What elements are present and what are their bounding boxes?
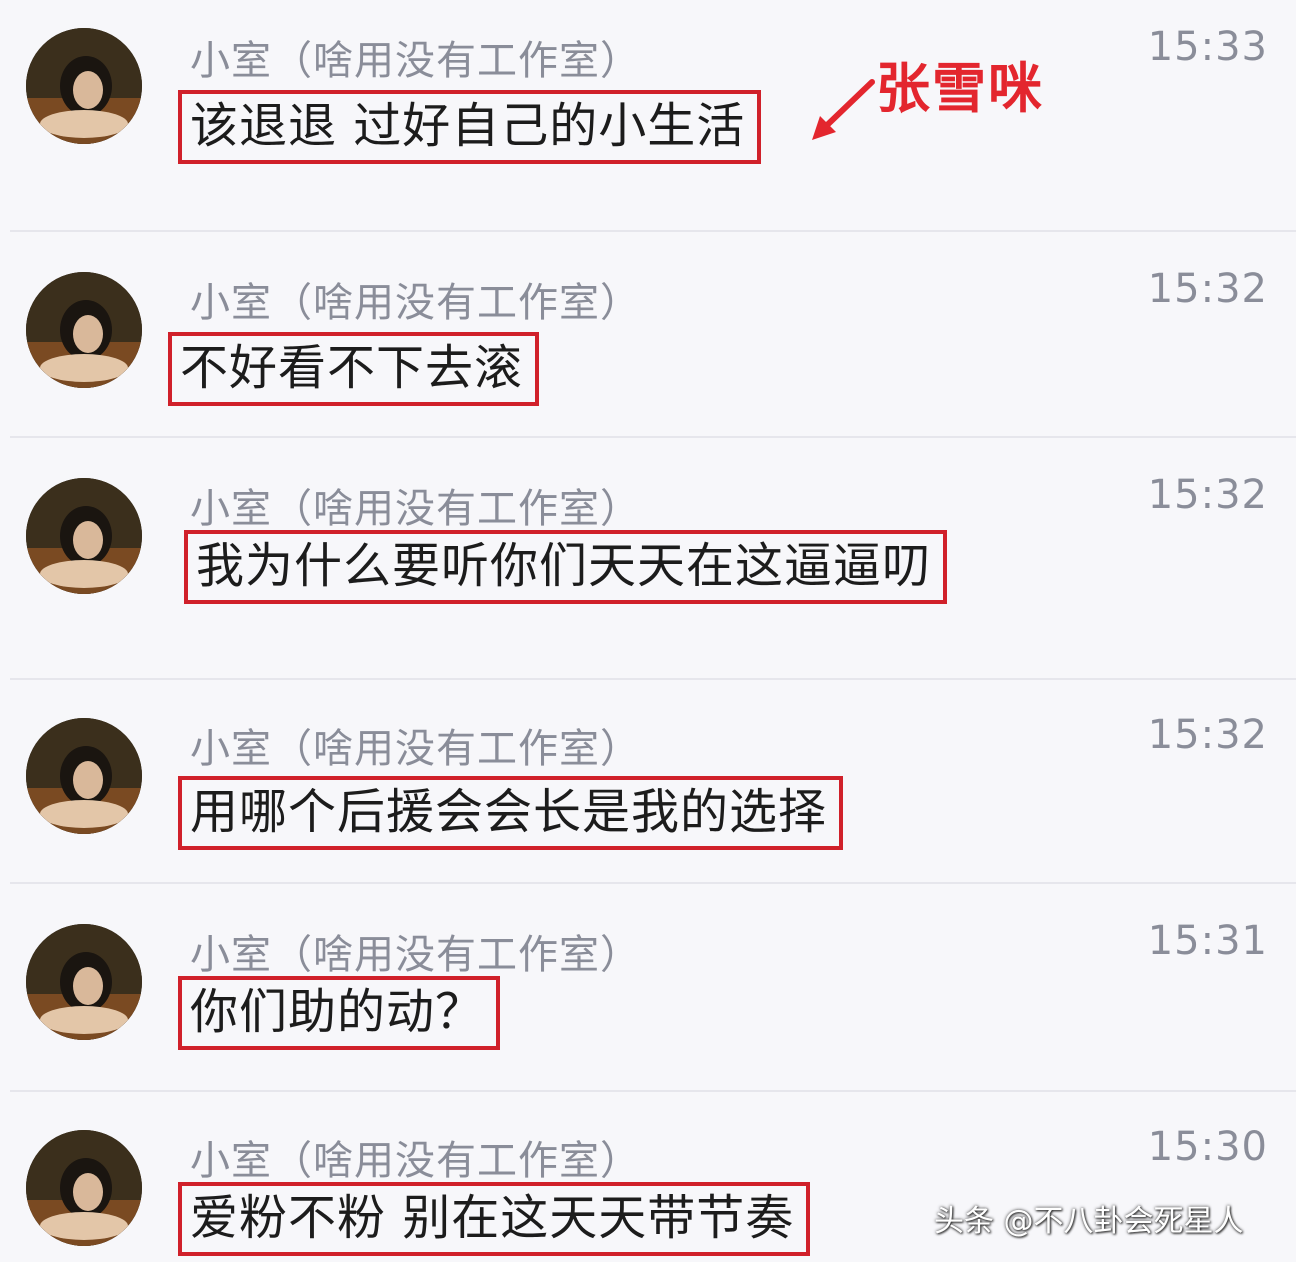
message-time: 15:32 — [1147, 712, 1268, 758]
message-time: 15:30 — [1147, 1124, 1268, 1170]
sender-name: 小室（啥用没有工作室） — [190, 280, 641, 326]
message-text: 你们助的动？ — [178, 976, 501, 1050]
avatar[interactable] — [26, 1130, 142, 1246]
message-text: 用哪个后援会会长是我的选择 — [178, 776, 844, 850]
avatar[interactable] — [26, 272, 142, 388]
sender-name: 小室（啥用没有工作室） — [190, 1138, 641, 1184]
message-row[interactable]: 小室（啥用没有工作室） 15:31 你们助的动？ — [10, 884, 1296, 1092]
message-text: 该退退 过好自己的小生活 — [178, 90, 762, 164]
message-time: 15:32 — [1147, 472, 1268, 518]
avatar[interactable] — [26, 718, 142, 834]
message-list: 小室（啥用没有工作室） 15:33 该退退 过好自己的小生活 小室（啥用没有工作… — [0, 0, 1296, 1262]
message-row[interactable]: 小室（啥用没有工作室） 15:32 不好看不下去滚 — [10, 232, 1296, 438]
message-row[interactable]: 小室（啥用没有工作室） 15:32 用哪个后援会会长是我的选择 — [10, 680, 1296, 884]
message-row[interactable]: 小室（啥用没有工作室） 15:32 我为什么要听你们天天在这逼逼叨 — [10, 438, 1296, 680]
message-text: 不好看不下去滚 — [168, 332, 540, 406]
message-time: 15:32 — [1147, 266, 1268, 312]
avatar[interactable] — [26, 28, 142, 144]
watermark: 头条 @不八卦会死星人 — [934, 1204, 1244, 1239]
message-time: 15:33 — [1147, 24, 1268, 70]
red-arrow-icon — [812, 79, 875, 140]
sender-name: 小室（啥用没有工作室） — [190, 932, 641, 978]
avatar[interactable] — [26, 478, 142, 594]
avatar[interactable] — [26, 924, 142, 1040]
message-text: 爱粉不粉 别在这天天带节奏 — [178, 1182, 811, 1256]
sender-name: 小室（啥用没有工作室） — [190, 38, 641, 84]
annotation-label: 张雪咪 — [876, 57, 1044, 120]
sender-name: 小室（啥用没有工作室） — [190, 726, 641, 772]
message-text: 我为什么要听你们天天在这逼逼叨 — [184, 530, 948, 604]
sender-name: 小室（啥用没有工作室） — [190, 486, 641, 532]
message-time: 15:31 — [1147, 918, 1268, 964]
message-row[interactable]: 小室（啥用没有工作室） 15:33 该退退 过好自己的小生活 — [10, 0, 1296, 232]
